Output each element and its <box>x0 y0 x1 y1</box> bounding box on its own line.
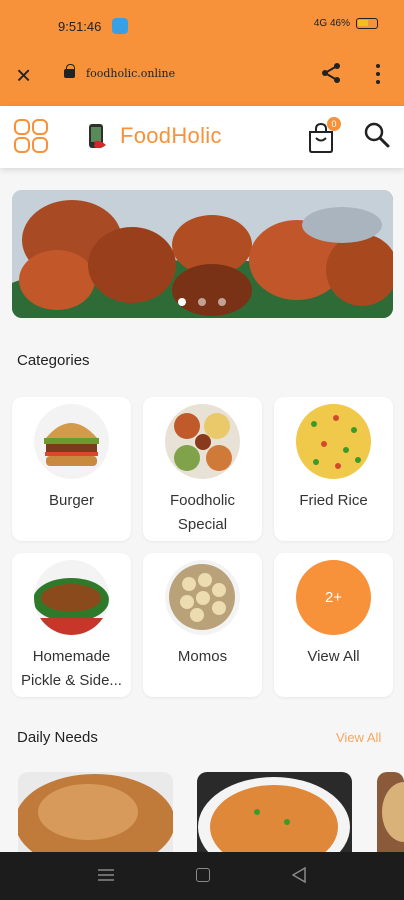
category-label: Foodholic Special <box>169 492 236 533</box>
grid-menu-icon[interactable] <box>14 119 48 153</box>
product-image <box>197 772 352 852</box>
more-categories-badge: 2+ <box>296 560 371 635</box>
product-card[interactable] <box>377 772 404 852</box>
cart-count-badge: 0 <box>327 117 341 131</box>
brand-name[interactable]: FoodHolic <box>120 123 222 149</box>
category-card-foodholic-special[interactable]: Foodholic Special <box>143 397 262 541</box>
status-right-text: 4G 46% <box>313 18 350 29</box>
brand-logo-icon <box>89 124 106 149</box>
pagination-dot[interactable] <box>198 298 206 306</box>
category-card-view-all[interactable]: 2+ View All <box>274 553 393 697</box>
url-text[interactable]: foodholic.online <box>86 67 175 80</box>
cloud-app-icon <box>112 18 128 34</box>
daily-needs-view-all-link[interactable]: View All <box>336 730 381 745</box>
battery-icon <box>356 18 378 29</box>
home-icon[interactable] <box>196 868 210 882</box>
fried-rice-image <box>296 404 371 479</box>
share-icon[interactable] <box>320 62 342 84</box>
category-label: Fried Rice <box>299 492 368 509</box>
recent-apps-icon[interactable] <box>98 868 114 882</box>
browser-toolbar: × foodholic.online <box>0 50 404 106</box>
product-image <box>18 772 173 852</box>
category-label: View All <box>307 648 360 665</box>
pagination-dot[interactable] <box>218 298 226 306</box>
status-bar: 9:51:46 4G 46% <box>0 0 404 50</box>
category-label: Momos <box>177 648 228 665</box>
category-label: Homemade Pickle & Side... <box>21 648 122 689</box>
daily-needs-title: Daily Needs <box>17 729 98 746</box>
product-card[interactable] <box>197 772 352 852</box>
pagination-dot[interactable] <box>178 298 186 306</box>
momos-image <box>165 560 240 635</box>
category-label: Burger <box>48 492 95 509</box>
pickle-image <box>34 560 109 635</box>
burger-image <box>34 404 109 479</box>
product-card[interactable] <box>18 772 173 852</box>
status-icons: 4G 46% <box>314 18 378 29</box>
banner-pagination <box>178 298 226 306</box>
lock-icon <box>64 64 75 78</box>
close-icon[interactable]: × <box>16 62 31 88</box>
app-header: FoodHolic <box>0 106 404 168</box>
category-card-burger[interactable]: Burger <box>12 397 131 541</box>
category-card-homemade-pickle[interactable]: Homemade Pickle & Side... <box>12 553 131 697</box>
foodholic-special-image <box>165 404 240 479</box>
status-time: 9:51:46 <box>58 19 102 34</box>
search-icon[interactable] <box>364 122 390 148</box>
categories-title: Categories <box>17 352 90 369</box>
category-card-momos[interactable]: Momos <box>143 553 262 697</box>
back-icon[interactable] <box>292 867 306 883</box>
more-vert-icon[interactable] <box>376 64 380 84</box>
category-card-fried-rice[interactable]: Fried Rice <box>274 397 393 541</box>
product-image <box>377 772 404 852</box>
